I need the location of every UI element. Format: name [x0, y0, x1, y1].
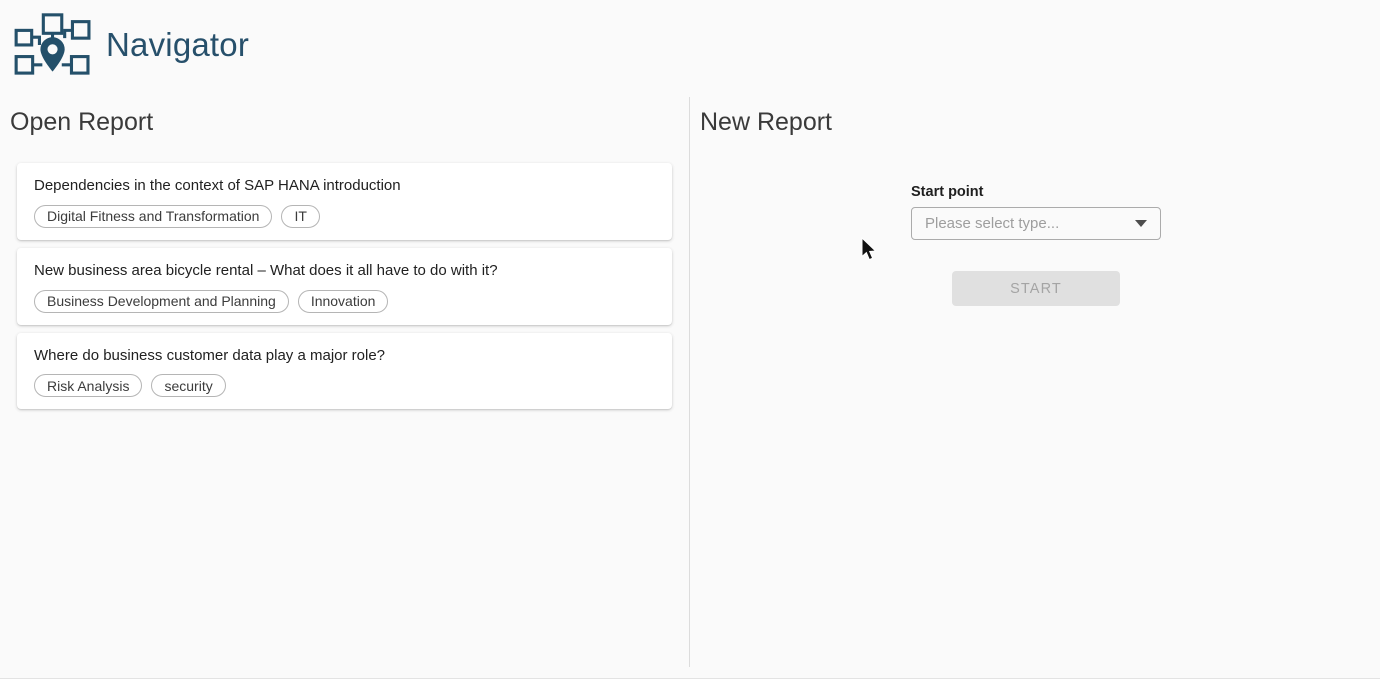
report-list: Dependencies in the context of SAP HANA … — [17, 163, 672, 417]
start-point-label: Start point — [911, 184, 984, 200]
report-card[interactable]: Dependencies in the context of SAP HANA … — [17, 163, 672, 240]
caret-down-icon — [1135, 220, 1147, 227]
navigator-logo-icon — [8, 10, 100, 76]
report-card[interactable]: Where do business customer data play a m… — [17, 333, 672, 410]
mouse-pointer-icon — [860, 237, 878, 263]
report-title: New business area bicycle rental – What … — [34, 262, 656, 281]
start-button[interactable]: START — [952, 271, 1120, 306]
report-tag-chip: Risk Analysis — [34, 374, 142, 397]
panel-divider — [689, 97, 690, 667]
start-point-select[interactable]: Please select type... — [911, 207, 1161, 240]
report-tags: Business Development and Planning Innovat… — [34, 290, 656, 313]
new-report-heading: New Report — [700, 108, 832, 137]
app-title: Navigator — [106, 26, 249, 64]
select-placeholder-text: Please select type... — [925, 215, 1135, 232]
report-card[interactable]: New business area bicycle rental – What … — [17, 248, 672, 325]
report-tag-chip: security — [151, 374, 225, 397]
open-report-heading: Open Report — [10, 108, 153, 137]
report-tag-chip: Digital Fitness and Transformation — [34, 205, 272, 228]
report-tags: Digital Fitness and Transformation IT — [34, 205, 656, 228]
report-tag-chip: Innovation — [298, 290, 389, 313]
report-tags: Risk Analysis security — [34, 374, 656, 397]
report-tag-chip: Business Development and Planning — [34, 290, 289, 313]
app-header: Navigator — [8, 10, 249, 76]
report-title: Dependencies in the context of SAP HANA … — [34, 177, 656, 196]
report-tag-chip: IT — [281, 205, 319, 228]
app-window: Navigator Open Report Dependencies in th… — [0, 0, 1380, 679]
report-title: Where do business customer data play a m… — [34, 347, 656, 366]
